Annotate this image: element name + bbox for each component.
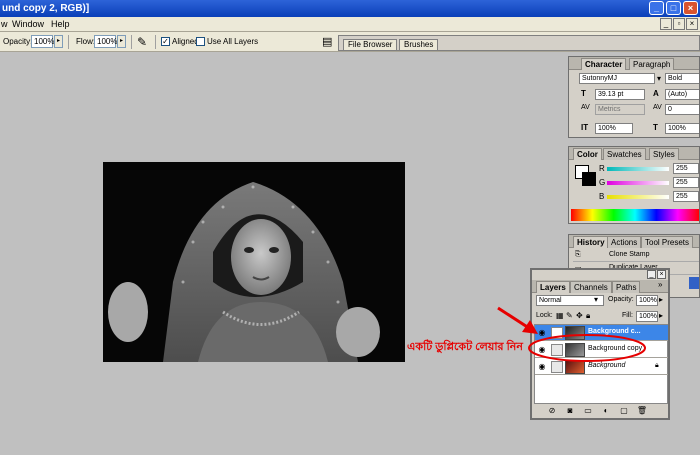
annotation-text: একটি ডুপ্লিকেট লেয়ার নিন bbox=[407, 341, 523, 353]
font-style-select[interactable]: Bold bbox=[665, 73, 699, 84]
background-color-swatch[interactable] bbox=[582, 172, 596, 186]
tab-layers[interactable]: Layers bbox=[536, 281, 570, 293]
red-highlight-ellipse bbox=[528, 334, 646, 362]
layers-panel-controls: _ × bbox=[647, 270, 666, 279]
blue-slider[interactable] bbox=[607, 195, 669, 199]
green-slider[interactable] bbox=[607, 181, 669, 185]
green-channel-label: G bbox=[599, 178, 606, 187]
red-channel-label: R bbox=[599, 164, 605, 173]
airbrush-icon[interactable]: ✎ bbox=[137, 35, 147, 49]
green-value-input[interactable]: 255 bbox=[673, 177, 699, 188]
menu-help[interactable]: Help bbox=[51, 19, 70, 29]
portrait-photo bbox=[103, 162, 405, 362]
horizontal-scale-icon: T bbox=[653, 123, 658, 132]
blue-channel-label: B bbox=[599, 192, 605, 201]
color-panel: Color Swatches Styles R 255 G 255 B 255 bbox=[568, 146, 700, 224]
menu-bar: w Window Help _ ▫ × bbox=[0, 17, 700, 32]
tab-actions[interactable]: Actions bbox=[607, 236, 642, 248]
font-family-select[interactable]: SutonnyMJ bbox=[579, 73, 655, 84]
doc-restore-button[interactable]: ▫ bbox=[673, 18, 685, 30]
history-item[interactable]: ⎘ Clone Stamp bbox=[573, 250, 699, 262]
window-controls: _ □ × bbox=[649, 1, 698, 15]
history-selected-marker bbox=[689, 277, 699, 289]
vertical-scale-icon: IT bbox=[581, 123, 589, 132]
close-button[interactable]: × bbox=[683, 1, 698, 15]
palette-icon[interactable]: ▤ bbox=[322, 35, 332, 48]
tab-color[interactable]: Color bbox=[573, 148, 602, 160]
tab-styles[interactable]: Styles bbox=[649, 148, 679, 160]
history-panel-tabs: History Actions Tool Presets bbox=[569, 235, 699, 248]
history-item-label: Clone Stamp bbox=[609, 251, 650, 258]
character-panel-tabs: Character Paragraph bbox=[569, 57, 699, 70]
color-spectrum-bar[interactable] bbox=[571, 209, 699, 221]
layer-style-icon[interactable]: ⊘ bbox=[546, 406, 558, 416]
title-bar: und copy 2, RGB)] _ □ × bbox=[0, 0, 700, 17]
new-group-icon[interactable]: ▭ bbox=[582, 406, 594, 416]
minimize-button[interactable]: _ bbox=[649, 1, 664, 15]
use-all-layers-label: Use All Layers bbox=[207, 37, 259, 46]
flow-label: Flow: bbox=[76, 37, 96, 46]
window-title: und copy 2, RGB)] bbox=[2, 3, 90, 14]
kerning-select[interactable]: Metrics bbox=[595, 104, 645, 115]
blue-value-input[interactable]: 255 bbox=[673, 191, 699, 202]
tab-paragraph[interactable]: Paragraph bbox=[629, 58, 675, 70]
aligned-checkbox[interactable]: ✓ bbox=[161, 37, 170, 46]
document-controls: _ ▫ × bbox=[660, 18, 698, 30]
opacity-dropdown-arrow[interactable]: ▸ bbox=[54, 35, 63, 48]
leading-icon: A bbox=[653, 89, 659, 98]
tab-brushes[interactable]: Brushes bbox=[399, 39, 439, 51]
tracking-icon: AV bbox=[653, 104, 662, 111]
delete-layer-icon[interactable]: 🗑︎ bbox=[636, 406, 648, 416]
palette-well: File Browser Brushes bbox=[338, 35, 700, 51]
font-family-dropdown-icon[interactable]: ▾ bbox=[657, 74, 661, 83]
character-panel: Character Paragraph SutonnyMJ ▾ Bold T 3… bbox=[568, 56, 700, 138]
doc-minimize-button[interactable]: _ bbox=[660, 18, 672, 30]
panel-close-button[interactable]: × bbox=[657, 270, 666, 279]
layers-panel-tabs: Layers Channels Paths » bbox=[532, 280, 668, 293]
panel-menu-button[interactable]: » bbox=[658, 280, 662, 289]
use-all-layers-checkbox[interactable] bbox=[196, 37, 205, 46]
tab-paths[interactable]: Paths bbox=[612, 281, 641, 293]
document-image[interactable] bbox=[103, 162, 405, 362]
separator bbox=[131, 35, 132, 49]
red-value-input[interactable]: 255 bbox=[673, 163, 699, 174]
horizontal-scale-input[interactable]: 100% bbox=[665, 123, 699, 134]
panel-minimize-button[interactable]: _ bbox=[647, 270, 656, 279]
clone-stamp-icon: ⎘ bbox=[575, 251, 581, 258]
tracking-input[interactable]: 0 bbox=[665, 104, 699, 115]
font-size-icon: T bbox=[581, 89, 586, 98]
tab-swatches[interactable]: Swatches bbox=[603, 148, 646, 160]
tab-channels[interactable]: Channels bbox=[570, 281, 612, 293]
layer-mask-icon[interactable]: ◙ bbox=[564, 406, 576, 416]
menu-view[interactable]: w bbox=[1, 19, 8, 29]
vertical-scale-input[interactable]: 100% bbox=[595, 123, 633, 134]
tab-character[interactable]: Character bbox=[581, 58, 627, 70]
doc-close-button[interactable]: × bbox=[686, 18, 698, 30]
separator bbox=[155, 35, 156, 49]
tab-file-browser[interactable]: File Browser bbox=[343, 39, 398, 51]
opacity-label: Opacity: bbox=[3, 37, 33, 46]
menu-window[interactable]: Window bbox=[12, 19, 44, 29]
leading-input[interactable]: (Auto) bbox=[665, 89, 699, 100]
new-layer-icon[interactable]: ▢ bbox=[618, 406, 630, 416]
layers-bottom-toolbar: ⊘ ◙ ▭ ◐ ▢ 🗑︎ bbox=[546, 406, 648, 416]
flow-dropdown-arrow[interactable]: ▸ bbox=[117, 35, 126, 48]
adjustment-layer-icon[interactable]: ◐ bbox=[600, 406, 612, 416]
red-arrow-head bbox=[522, 320, 538, 334]
tab-tool-presets[interactable]: Tool Presets bbox=[641, 236, 694, 248]
kerning-icon: AV bbox=[581, 104, 590, 111]
color-panel-tabs: Color Swatches Styles bbox=[569, 147, 699, 160]
font-size-input[interactable]: 39.13 pt bbox=[595, 89, 645, 100]
tab-history[interactable]: History bbox=[573, 236, 609, 248]
maximize-button[interactable]: □ bbox=[666, 1, 681, 15]
red-slider[interactable] bbox=[607, 167, 669, 171]
flow-input[interactable]: 100% bbox=[94, 35, 117, 48]
separator bbox=[68, 35, 69, 49]
aligned-label: Aligned bbox=[172, 37, 199, 46]
opacity-input[interactable]: 100% bbox=[31, 35, 54, 48]
